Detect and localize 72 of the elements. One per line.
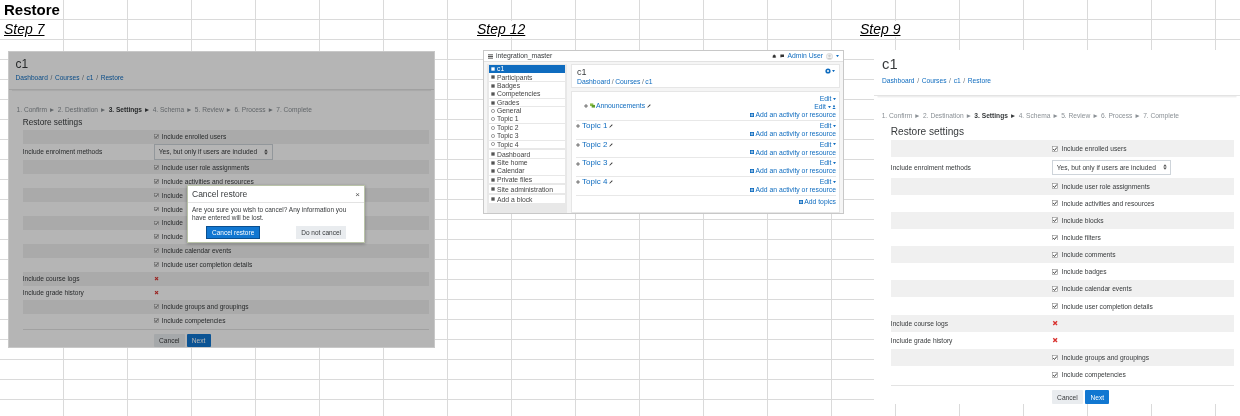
step-label: Step 12 <box>477 21 528 37</box>
move-icon[interactable] <box>576 161 580 166</box>
circle-icon <box>491 125 495 130</box>
close-button[interactable]: × <box>355 189 360 199</box>
caret-icon <box>836 54 839 58</box>
plus-icon <box>798 199 803 204</box>
checkbox[interactable] <box>153 134 159 140</box>
caret-icon <box>827 105 831 108</box>
checkbox[interactable] <box>1051 217 1058 224</box>
checkbox[interactable] <box>1051 285 1058 292</box>
pencil-icon[interactable] <box>609 161 614 166</box>
section-link[interactable]: Topic 3 <box>582 159 608 169</box>
checkbox[interactable] <box>1051 303 1058 309</box>
caret-icon <box>833 161 836 165</box>
circle-icon <box>491 134 495 139</box>
pencil-icon[interactable] <box>609 180 614 185</box>
move-icon[interactable] <box>576 143 580 147</box>
checkbox[interactable] <box>153 220 159 226</box>
checkbox[interactable] <box>1051 251 1058 258</box>
dialog-title: Cancel restore <box>192 189 248 199</box>
section-link[interactable]: Topic 4 <box>582 178 608 187</box>
pencil-icon[interactable] <box>646 103 651 108</box>
pencil-icon[interactable] <box>609 124 614 129</box>
section-heading: Restore settings <box>890 125 965 137</box>
checkbox[interactable] <box>1051 354 1058 361</box>
section-heading: Restore settings <box>22 117 84 127</box>
checkbox[interactable] <box>1051 200 1058 207</box>
checkbox[interactable] <box>153 234 159 240</box>
plus-icon <box>750 150 755 155</box>
caret-icon <box>833 143 836 146</box>
person-icon[interactable] <box>832 104 836 109</box>
checkbox[interactable] <box>153 178 159 184</box>
chat-icon[interactable] <box>780 53 785 59</box>
page-title: c1 <box>882 56 899 74</box>
caret-icon <box>833 97 836 100</box>
checkbox[interactable] <box>153 164 159 170</box>
bell-icon[interactable] <box>772 53 777 59</box>
menu-icon[interactable] <box>488 53 493 59</box>
circle-icon <box>491 117 495 122</box>
checkbox[interactable] <box>1051 183 1058 190</box>
circle-icon <box>491 142 495 147</box>
step-label: Step 9 <box>860 21 903 37</box>
forum-icon <box>589 103 595 109</box>
checkbox[interactable] <box>153 262 159 268</box>
checkbox[interactable] <box>1051 234 1058 241</box>
page-title: c1 <box>15 57 30 72</box>
caret-icon <box>833 124 836 127</box>
checkbox[interactable] <box>153 248 159 254</box>
circle-icon <box>491 108 495 113</box>
checkbox[interactable] <box>153 192 159 198</box>
move-icon[interactable] <box>576 124 580 129</box>
caret-icon <box>833 180 836 183</box>
step-label: Step 7 <box>4 21 47 37</box>
checkbox[interactable] <box>1051 371 1058 378</box>
checkbox[interactable] <box>153 206 159 212</box>
plus-icon <box>750 131 755 136</box>
checkbox[interactable] <box>1051 268 1058 275</box>
settings-icon[interactable] <box>824 68 831 74</box>
checkbox[interactable] <box>1051 145 1058 152</box>
move-icon[interactable] <box>576 180 580 185</box>
section-link[interactable]: Topic 1 <box>582 121 608 131</box>
plus-icon <box>750 187 755 192</box>
pencil-icon[interactable] <box>609 143 614 147</box>
section-link[interactable]: Topic 2 <box>582 140 608 150</box>
sort-caret-icon <box>263 148 268 155</box>
move-icon[interactable] <box>584 103 588 108</box>
plus-icon <box>750 113 755 117</box>
checkbox[interactable] <box>153 318 159 324</box>
sort-caret-icon <box>1162 164 1167 171</box>
checkbox[interactable] <box>153 304 159 310</box>
plus-icon <box>750 169 755 174</box>
page-title: c1 <box>577 67 588 78</box>
